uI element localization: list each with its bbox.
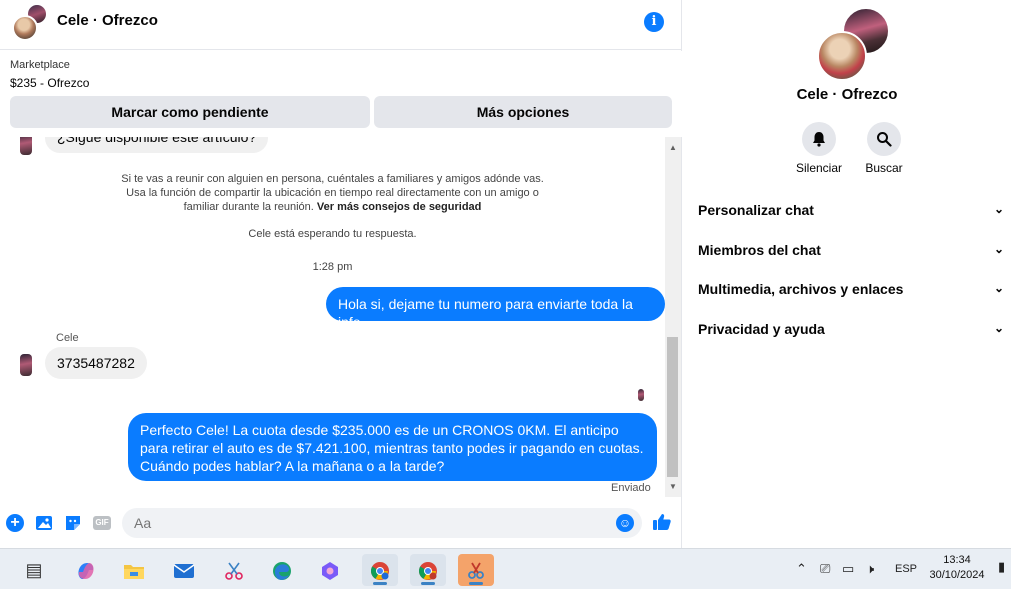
info-icon[interactable]: i (644, 12, 664, 32)
conversation-pane: Cele · Ofrezco i Marketplace $235 - Ofre… (0, 0, 682, 548)
mute-label: Silenciar (795, 161, 843, 175)
scroll-thumb[interactable] (667, 337, 678, 477)
chat-title[interactable]: Cele · Ofrezco (57, 12, 158, 29)
section-label: Miembros del chat (698, 242, 821, 258)
chevron-down-icon: ⌄ (993, 321, 1004, 335)
teams-icon[interactable] (312, 554, 348, 586)
language-indicator[interactable]: ESP (895, 563, 917, 575)
chevron-down-icon: ⌄ (993, 202, 1004, 216)
waiting-notice: Cele está esperando tu respuesta. (248, 228, 417, 240)
battery-icon[interactable]: ▭ (842, 561, 854, 577)
delivery-status: Enviado (611, 482, 651, 494)
plus-icon[interactable]: + (6, 514, 24, 532)
section-privacy-help[interactable]: Privacidad y ayuda ⌄ (698, 321, 1008, 341)
search-icon (867, 122, 901, 156)
scroll-down-icon[interactable]: ▼ (669, 482, 677, 491)
message-input-container: ☺ (122, 508, 642, 538)
sender-name: Cele (56, 332, 79, 344)
volume-icon[interactable]: 🕨 (866, 561, 874, 577)
clock-date: 30/10/2024 (929, 569, 985, 581)
mail-icon[interactable] (166, 554, 202, 586)
message-scrollbar[interactable]: ▲ ▼ (665, 137, 681, 497)
chat-info-panel: Cele · Ofrezco Silenciar Buscar Personal… (683, 0, 1011, 548)
composer: + GIF ☺ (0, 500, 682, 548)
marketplace-card: Marketplace $235 - Ofrezco Marcar como p… (0, 51, 682, 137)
scroll-up-icon[interactable]: ▲ (669, 143, 677, 152)
chevron-down-icon: ⌄ (993, 281, 1004, 295)
edge-icon[interactable] (264, 554, 300, 586)
message-bubble-outgoing: Perfecto Cele! La cuota desde $235.000 e… (128, 413, 657, 481)
section-label: Personalizar chat (698, 202, 814, 218)
chrome-profile-icon[interactable] (410, 554, 446, 586)
group-avatar[interactable] (12, 3, 50, 41)
more-options-button[interactable]: Más opciones (374, 96, 672, 128)
meet-icon[interactable]: ⎚ (820, 561, 830, 577)
sticker-icon[interactable] (64, 514, 82, 532)
section-label: Multimedia, archivos y enlaces (698, 281, 904, 297)
clock-time: 13:34 (943, 554, 971, 566)
message-bubble-incoming: 3735487282 (45, 347, 147, 379)
avatar-front (12, 15, 38, 41)
windows-taskbar: ▤ ⌃ ⎚ ▭ 🕨 ESP 13:34 30/10/2024 ▮ (0, 548, 1011, 589)
search-label: Buscar (865, 161, 903, 175)
chevron-up-icon[interactable]: ⌃ (796, 561, 807, 577)
orange-app-icon[interactable] (458, 554, 494, 586)
task-view-icon[interactable]: ▤ (16, 554, 52, 586)
section-customize-chat[interactable]: Personalizar chat ⌄ (698, 202, 1008, 222)
message-bubble-incoming: ¿Sigue disponible este artículo? (45, 137, 269, 153)
marketplace-label: Marketplace (10, 59, 70, 71)
listing-price[interactable]: $235 - Ofrezco (10, 76, 89, 90)
message-input[interactable] (134, 508, 604, 538)
message-list: ¿Sigue disponible este artículo? Si te v… (0, 137, 665, 497)
photo-icon[interactable] (35, 514, 53, 532)
chat-header: Cele · Ofrezco i (0, 0, 682, 50)
sender-avatar (20, 137, 32, 155)
section-label: Privacidad y ayuda (698, 321, 825, 337)
mark-pending-button[interactable]: Marcar como pendiente (10, 96, 370, 128)
chevron-down-icon: ⌄ (993, 242, 1004, 256)
seen-avatar (638, 389, 644, 401)
gif-icon[interactable]: GIF (93, 516, 111, 530)
section-media-files[interactable]: Multimedia, archivos y enlaces ⌄ (698, 281, 1008, 301)
notification-icon[interactable]: ▮ (998, 559, 1005, 575)
chrome-icon[interactable] (362, 554, 398, 586)
message-bubble-outgoing: Hola si, dejame tu numero para enviarte … (326, 287, 665, 330)
safety-tips-link[interactable]: Ver más consejos de seguridad (317, 201, 481, 213)
timestamp: 1:28 pm (312, 261, 353, 273)
snipping-tool-icon[interactable] (216, 554, 252, 586)
section-chat-members[interactable]: Miembros del chat ⌄ (698, 242, 1008, 262)
profile-avatar-front[interactable] (817, 31, 867, 81)
thumbs-up-icon[interactable] (652, 512, 672, 538)
copilot-icon[interactable] (68, 554, 104, 586)
system-clock[interactable]: 13:34 30/10/2024 (922, 553, 992, 583)
bell-icon (802, 122, 836, 156)
emoji-icon[interactable]: ☺ (616, 514, 634, 532)
safety-notice: Si te vas a reunir con alguien en person… (120, 172, 545, 214)
file-explorer-icon[interactable] (116, 554, 152, 586)
profile-name: Cele · Ofrezco (796, 86, 898, 103)
sender-avatar (20, 354, 32, 376)
mute-button[interactable]: Silenciar (789, 122, 849, 175)
search-button[interactable]: Buscar (854, 122, 914, 175)
